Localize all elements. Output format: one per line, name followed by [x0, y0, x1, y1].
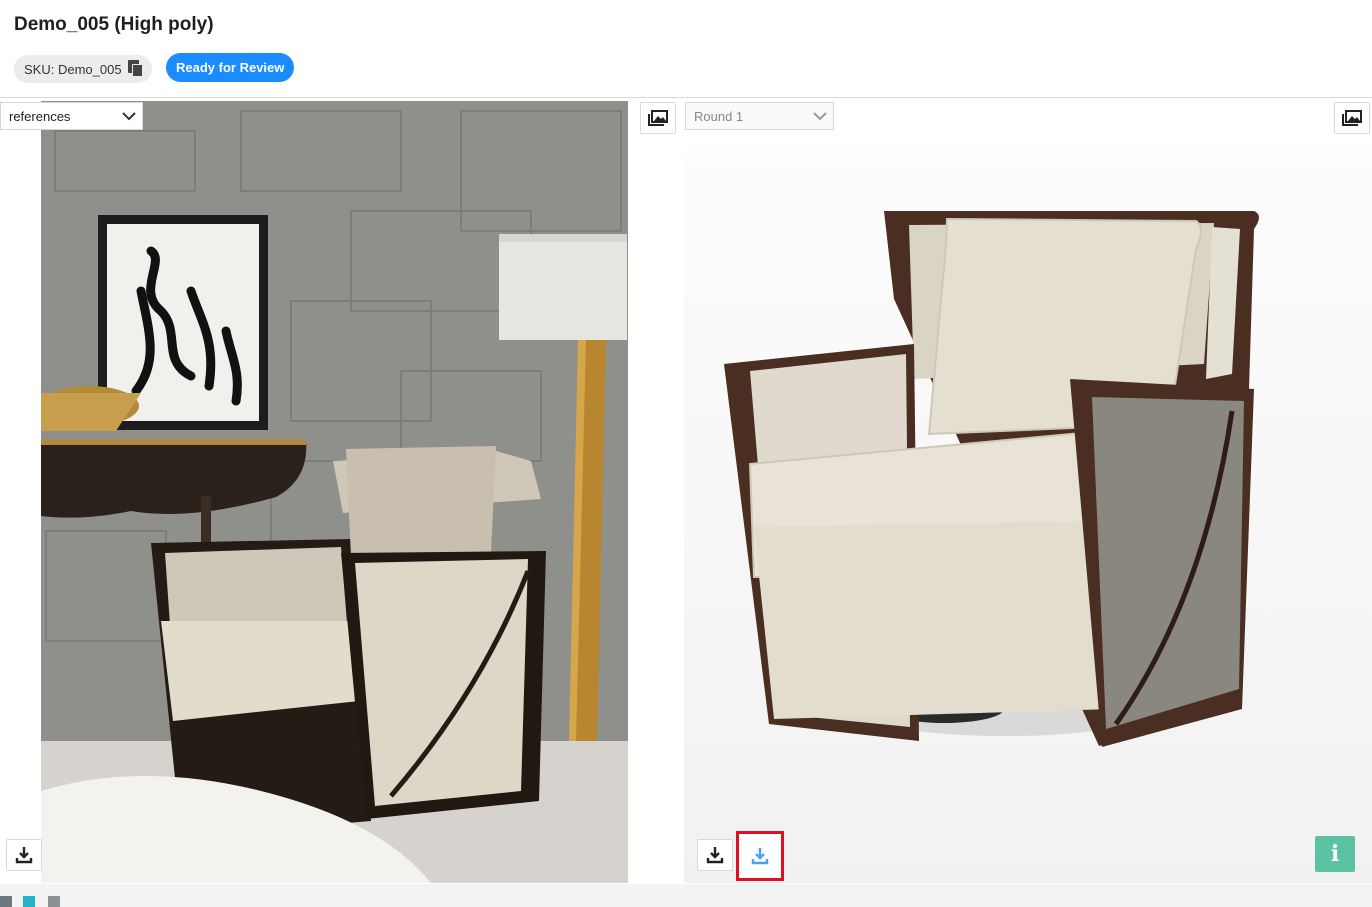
status-badge[interactable]: Ready for Review	[166, 53, 295, 82]
layout-single-icon[interactable]	[0, 896, 12, 907]
round-select[interactable]: Round 1	[685, 102, 834, 130]
info-button[interactable]: i	[1315, 836, 1355, 872]
gallery-button-compare[interactable]	[640, 102, 676, 134]
download-highres-button[interactable]	[736, 831, 784, 881]
reference-image	[41, 101, 628, 883]
layout-split-icon[interactable]	[23, 896, 35, 907]
page-header: Demo_005 (High poly) SKU: Demo_005 Ready…	[0, 0, 1372, 98]
download-icon	[751, 848, 769, 865]
info-icon: i	[1330, 841, 1340, 867]
page-title: Demo_005 (High poly)	[14, 14, 214, 35]
layout-grid-icon[interactable]	[48, 896, 60, 907]
download-icon	[706, 847, 724, 864]
sku-chip[interactable]: SKU: Demo_005	[14, 55, 152, 83]
download-reference-button[interactable]	[6, 839, 42, 871]
render-image	[684, 149, 1372, 883]
footer-bar	[0, 884, 1372, 907]
chevron-down-icon	[813, 112, 827, 121]
copy-icon[interactable]	[127, 60, 144, 78]
reference-select-value: references	[9, 108, 71, 124]
download-render-button[interactable]	[697, 839, 733, 871]
round-select-value: Round 1	[694, 108, 744, 124]
download-icon	[15, 847, 33, 864]
gallery-button-render[interactable]	[1334, 102, 1370, 134]
gallery-icon	[648, 110, 668, 126]
chevron-down-icon	[122, 112, 136, 121]
sku-label: SKU: Demo_005	[24, 61, 122, 77]
reference-panel: references	[0, 99, 630, 883]
reference-select[interactable]: references	[0, 102, 143, 130]
gallery-icon	[1342, 110, 1362, 126]
render-panel: Round 1 i	[638, 99, 1372, 883]
